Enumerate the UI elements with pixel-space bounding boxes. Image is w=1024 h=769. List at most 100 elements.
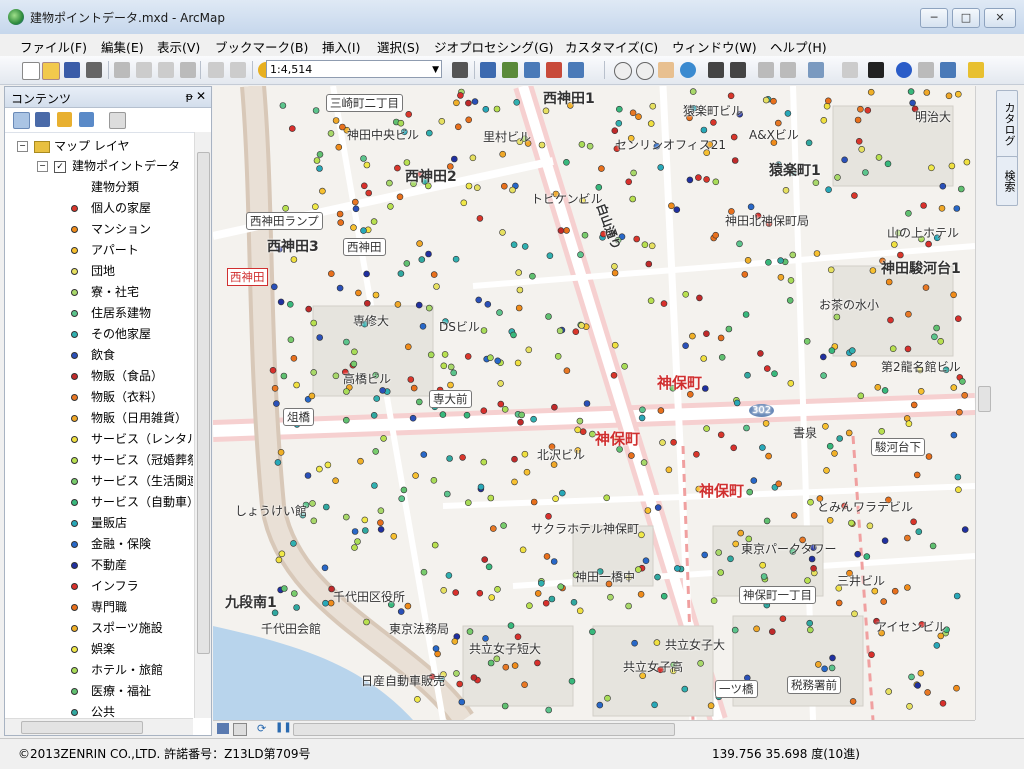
legend-item[interactable]: 金融・保険 xyxy=(67,534,151,554)
building-point[interactable] xyxy=(950,384,958,391)
building-point[interactable] xyxy=(379,387,386,394)
legend-item[interactable]: 物販（日用雑貨） xyxy=(67,408,187,428)
identify-info-icon[interactable] xyxy=(896,62,912,78)
building-point[interactable] xyxy=(357,457,364,465)
legend-item[interactable]: 医療・福祉 xyxy=(67,681,151,701)
building-point[interactable] xyxy=(625,602,632,610)
legend-item[interactable]: サービス（自動車） xyxy=(67,492,193,512)
building-point[interactable] xyxy=(581,231,589,239)
building-point[interactable] xyxy=(760,573,768,580)
building-point[interactable] xyxy=(763,517,771,525)
legend-item[interactable]: スポーツ施設 xyxy=(67,618,163,638)
building-point[interactable] xyxy=(485,563,493,571)
building-point[interactable] xyxy=(806,619,814,627)
building-point[interactable] xyxy=(634,566,642,573)
building-point[interactable] xyxy=(464,353,472,360)
building-point[interactable] xyxy=(418,256,426,263)
building-point[interactable] xyxy=(914,682,922,689)
building-point[interactable] xyxy=(673,206,681,213)
scroll-thumb[interactable] xyxy=(978,386,991,412)
building-point[interactable] xyxy=(494,585,501,593)
building-point[interactable] xyxy=(316,151,324,158)
building-point[interactable] xyxy=(525,346,533,354)
building-point[interactable] xyxy=(789,251,797,259)
building-point[interactable] xyxy=(517,418,524,426)
building-point[interactable] xyxy=(312,107,320,114)
building-point[interactable] xyxy=(440,586,447,594)
arctoolbox-icon[interactable] xyxy=(546,62,562,78)
building-point[interactable] xyxy=(710,119,717,126)
building-point[interactable] xyxy=(891,587,899,595)
options-icon[interactable] xyxy=(109,112,126,129)
building-point[interactable] xyxy=(558,489,566,497)
building-point[interactable] xyxy=(316,334,323,341)
maximize-button[interactable]: □ xyxy=(952,8,980,28)
building-point[interactable] xyxy=(611,127,619,135)
building-point[interactable] xyxy=(557,583,565,591)
delete-icon[interactable] xyxy=(180,62,196,78)
building-point[interactable] xyxy=(810,564,817,572)
building-point[interactable] xyxy=(610,371,618,379)
building-point[interactable] xyxy=(563,159,570,166)
building-point[interactable] xyxy=(332,372,340,380)
building-point[interactable] xyxy=(904,584,911,591)
building-point[interactable] xyxy=(578,141,586,148)
building-point[interactable] xyxy=(343,416,350,424)
building-point[interactable] xyxy=(513,98,521,106)
building-point[interactable] xyxy=(907,88,915,95)
building-point[interactable] xyxy=(576,417,584,425)
catalog-window-icon[interactable] xyxy=(502,62,518,78)
building-point[interactable] xyxy=(316,465,323,473)
building-point[interactable] xyxy=(922,284,930,291)
building-point[interactable] xyxy=(945,92,953,100)
building-point[interactable] xyxy=(452,589,459,596)
building-point[interactable] xyxy=(278,550,286,558)
building-point[interactable] xyxy=(763,365,771,372)
building-point[interactable] xyxy=(521,681,528,689)
building-point[interactable] xyxy=(589,628,596,636)
building-point[interactable] xyxy=(826,516,834,524)
building-point[interactable] xyxy=(451,638,459,645)
building-point[interactable] xyxy=(762,96,770,104)
building-point[interactable] xyxy=(727,92,735,100)
building-point[interactable] xyxy=(933,642,941,649)
building-point[interactable] xyxy=(394,164,401,172)
fixed-zoom-in-icon[interactable] xyxy=(708,62,724,78)
building-point[interactable] xyxy=(961,391,969,399)
building-point[interactable] xyxy=(577,251,584,258)
building-point[interactable] xyxy=(841,156,848,164)
building-point[interactable] xyxy=(768,628,776,636)
building-point[interactable] xyxy=(487,494,495,502)
building-point[interactable] xyxy=(747,203,755,211)
building-point[interactable] xyxy=(629,109,637,117)
building-point[interactable] xyxy=(377,507,385,515)
building-point[interactable] xyxy=(387,203,394,210)
building-point[interactable] xyxy=(700,355,708,362)
building-point[interactable] xyxy=(287,336,295,343)
building-point[interactable] xyxy=(878,427,886,435)
scroll-thumb[interactable] xyxy=(197,152,210,654)
building-point[interactable] xyxy=(537,579,545,587)
building-point[interactable] xyxy=(906,702,913,710)
building-point[interactable] xyxy=(681,685,689,693)
building-point[interactable] xyxy=(937,338,945,345)
building-point[interactable] xyxy=(905,210,912,217)
building-point[interactable] xyxy=(514,633,522,641)
building-point[interactable] xyxy=(350,224,357,231)
building-point[interactable] xyxy=(670,438,677,446)
building-point[interactable] xyxy=(931,333,938,341)
building-point[interactable] xyxy=(463,411,471,419)
building-point[interactable] xyxy=(744,371,751,379)
building-point[interactable] xyxy=(742,311,750,318)
building-point[interactable] xyxy=(849,698,857,705)
building-point[interactable] xyxy=(465,182,473,190)
fixed-zoom-out-icon[interactable] xyxy=(730,62,746,78)
legend-item[interactable]: インフラ xyxy=(67,576,139,596)
visibility-checkbox[interactable]: ✓ xyxy=(54,160,66,173)
building-point[interactable] xyxy=(957,185,965,193)
building-point[interactable] xyxy=(339,123,346,131)
building-point[interactable] xyxy=(956,408,963,416)
symbol-dot-icon[interactable] xyxy=(71,457,78,464)
building-point[interactable] xyxy=(327,130,335,137)
building-point[interactable] xyxy=(717,431,725,439)
